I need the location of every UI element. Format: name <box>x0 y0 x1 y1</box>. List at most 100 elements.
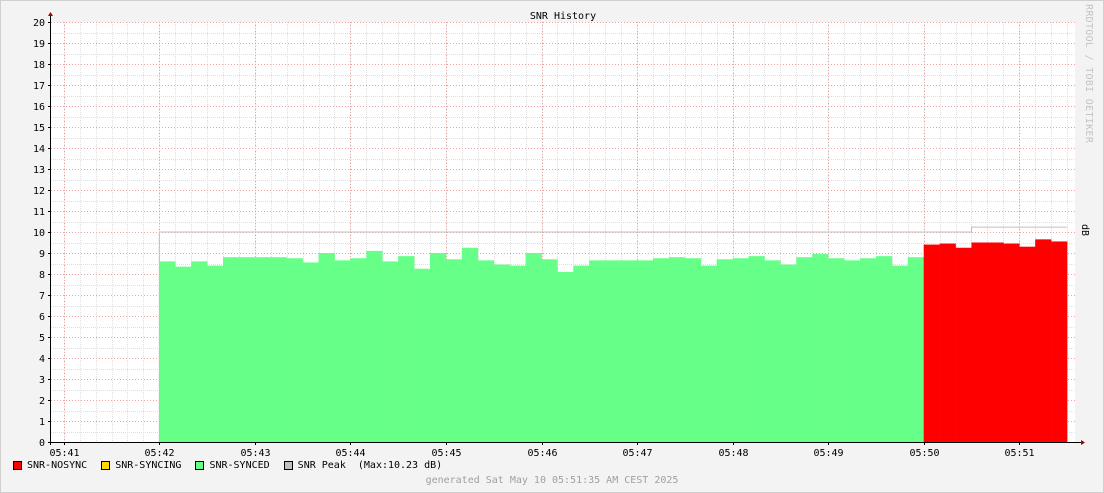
legend-label-peak: SNR Peak (Max:10.23 dB) <box>297 460 443 471</box>
legend-swatch-synced <box>195 461 205 470</box>
legend-label-synced: SNR-SYNCED <box>209 460 270 471</box>
area-step <box>350 258 367 442</box>
area-step <box>875 256 893 442</box>
x-tick-label: 05:43 <box>240 448 270 459</box>
area-step <box>318 253 335 442</box>
y-tick-label: 6 <box>39 312 45 323</box>
y-tick-label: 11 <box>33 207 45 218</box>
x-tick-label: 05:42 <box>144 448 174 459</box>
y-tick-label: 18 <box>33 60 45 71</box>
y-tick-label: 20 <box>33 18 45 29</box>
area-step <box>780 264 797 442</box>
area-step <box>939 243 956 442</box>
area-step <box>1003 243 1020 442</box>
y-tick-label: 3 <box>39 375 45 386</box>
y-axis-label: dB <box>1079 224 1090 237</box>
rrdtool-watermark: RRDTOOL / TOBI OETIKER <box>1083 4 1094 144</box>
area-step <box>430 253 447 442</box>
y-tick-label: 19 <box>33 39 45 50</box>
area-step <box>1051 241 1068 442</box>
area-step <box>222 257 240 442</box>
area-step <box>923 244 940 442</box>
generated-footer: generated Sat May 10 05:51:35 AM CEST 20… <box>425 475 679 486</box>
y-tick-label: 14 <box>33 144 45 155</box>
legend-item-peak: SNR Peak (Max:10.23 dB) <box>283 460 443 471</box>
y-tick-label: 16 <box>33 102 45 113</box>
area-step <box>955 247 972 442</box>
y-tick-label: 2 <box>39 396 45 407</box>
y-tick-label: 0 <box>39 438 45 449</box>
area-step <box>589 260 606 442</box>
legend-swatch-peak <box>283 461 293 470</box>
area-step <box>541 259 558 442</box>
area-step <box>445 259 463 442</box>
y-tick-label: 8 <box>39 270 45 281</box>
area-step <box>557 271 574 442</box>
area-step <box>175 266 192 442</box>
area-step <box>366 250 383 442</box>
area-step <box>286 258 303 442</box>
area-step <box>637 260 654 442</box>
x-tick-label: 05:41 <box>49 448 79 459</box>
area-step <box>414 268 431 442</box>
area-step <box>238 257 256 442</box>
y-tick-label: 17 <box>33 81 45 92</box>
area-step <box>477 260 495 442</box>
area-step <box>525 253 542 442</box>
snr-chart: 0123456789101112131415161718192005:41 05:… <box>33 11 1085 459</box>
area-step <box>621 260 638 442</box>
x-tick-label: 05:50 <box>909 448 939 459</box>
x-tick-label: 05:45 <box>431 448 461 459</box>
area-step <box>191 261 208 442</box>
area-step <box>254 257 272 442</box>
y-axis-arrow <box>48 12 53 16</box>
x-axis-arrow <box>1081 440 1085 445</box>
y-tick-label: 9 <box>39 249 45 260</box>
legend-item-synced: SNR-SYNCED <box>195 460 270 471</box>
area-step <box>605 260 622 442</box>
x-tick-label: 05:47 <box>622 448 652 459</box>
area-step <box>684 258 702 442</box>
x-tick-label: 05:44 <box>335 448 365 459</box>
x-tick-label: 05:49 <box>813 448 843 459</box>
area-step <box>907 257 925 442</box>
area-step <box>860 258 877 442</box>
x-tick-label: 05:46 <box>527 448 557 459</box>
y-tick-label: 15 <box>33 123 45 134</box>
area-step <box>573 265 590 442</box>
area-step <box>334 260 351 442</box>
area-step <box>302 262 319 442</box>
area-step <box>1019 246 1036 442</box>
area-step <box>668 257 686 442</box>
area-step <box>828 258 845 442</box>
area-step <box>716 259 733 442</box>
area-step <box>796 257 813 442</box>
legend-swatch-nosync <box>13 461 22 470</box>
legend-swatch-syncing <box>101 461 111 470</box>
legend-item-syncing: SNR-SYNCING <box>101 460 181 471</box>
area-step <box>159 261 176 442</box>
area-step <box>700 265 717 442</box>
area-step <box>812 254 829 442</box>
area-step <box>1035 239 1052 442</box>
y-tick-label: 5 <box>39 333 45 344</box>
area-step <box>987 242 1004 442</box>
y-tick-label: 13 <box>33 165 45 176</box>
area-step <box>732 258 749 442</box>
legend-item-nosync: SNR-NOSYNC <box>13 460 87 471</box>
area-step <box>398 256 415 442</box>
area-step <box>270 257 287 442</box>
area-step <box>971 242 988 442</box>
series-snr-nosync <box>923 239 1068 442</box>
area-step <box>207 265 224 442</box>
y-tick-label: 4 <box>39 354 45 365</box>
area-step <box>509 265 526 442</box>
series-snr-synced <box>159 247 925 442</box>
area-step <box>764 260 781 442</box>
area-step <box>748 256 765 442</box>
x-tick-label: 05:51 <box>1004 448 1034 459</box>
area-step <box>844 260 861 442</box>
area-step <box>652 258 670 442</box>
x-tick-label: 05:48 <box>718 448 748 459</box>
y-tick-label: 1 <box>39 417 45 428</box>
